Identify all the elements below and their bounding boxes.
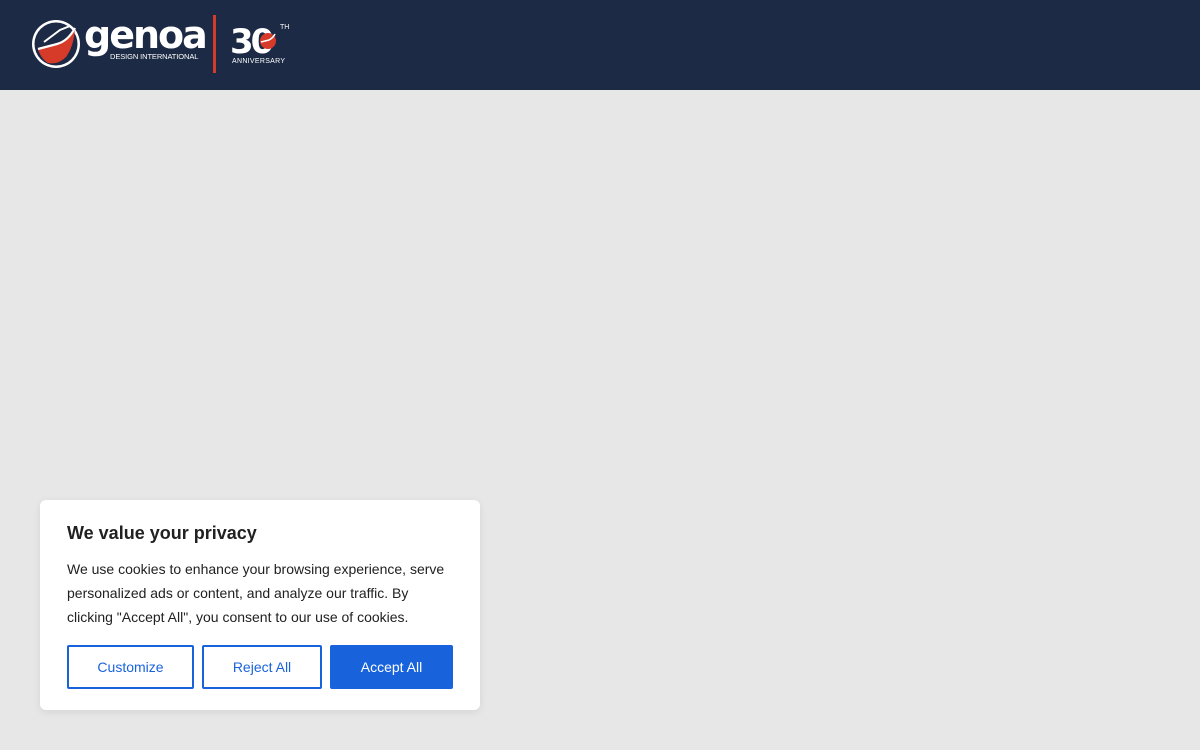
customize-button[interactable]: Customize <box>67 645 194 689</box>
genoa-logo-link[interactable]: genoa DESIGN INTERNATIONAL 30 TH ANNIVER… <box>30 13 292 76</box>
cookie-banner-title: We value your privacy <box>67 523 257 543</box>
cookie-consent-banner: We value your privacy We use cookies to … <box>40 500 480 710</box>
site-header: genoa DESIGN INTERNATIONAL 30 TH ANNIVER… <box>0 0 1200 90</box>
ship-emblem-icon <box>32 20 80 68</box>
reject-all-button[interactable]: Reject All <box>202 645 322 689</box>
logo-divider <box>213 15 216 73</box>
anniversary-suffix: TH <box>280 24 289 31</box>
cookie-banner-description: We use cookies to enhance your browsing … <box>67 561 445 625</box>
logo-subtitle: DESIGN INTERNATIONAL <box>110 52 199 61</box>
accept-all-button[interactable]: Accept All <box>330 645 453 689</box>
anniversary-label: ANNIVERSARY <box>232 58 286 65</box>
anniversary-30-mark: 30 TH <box>230 22 289 60</box>
